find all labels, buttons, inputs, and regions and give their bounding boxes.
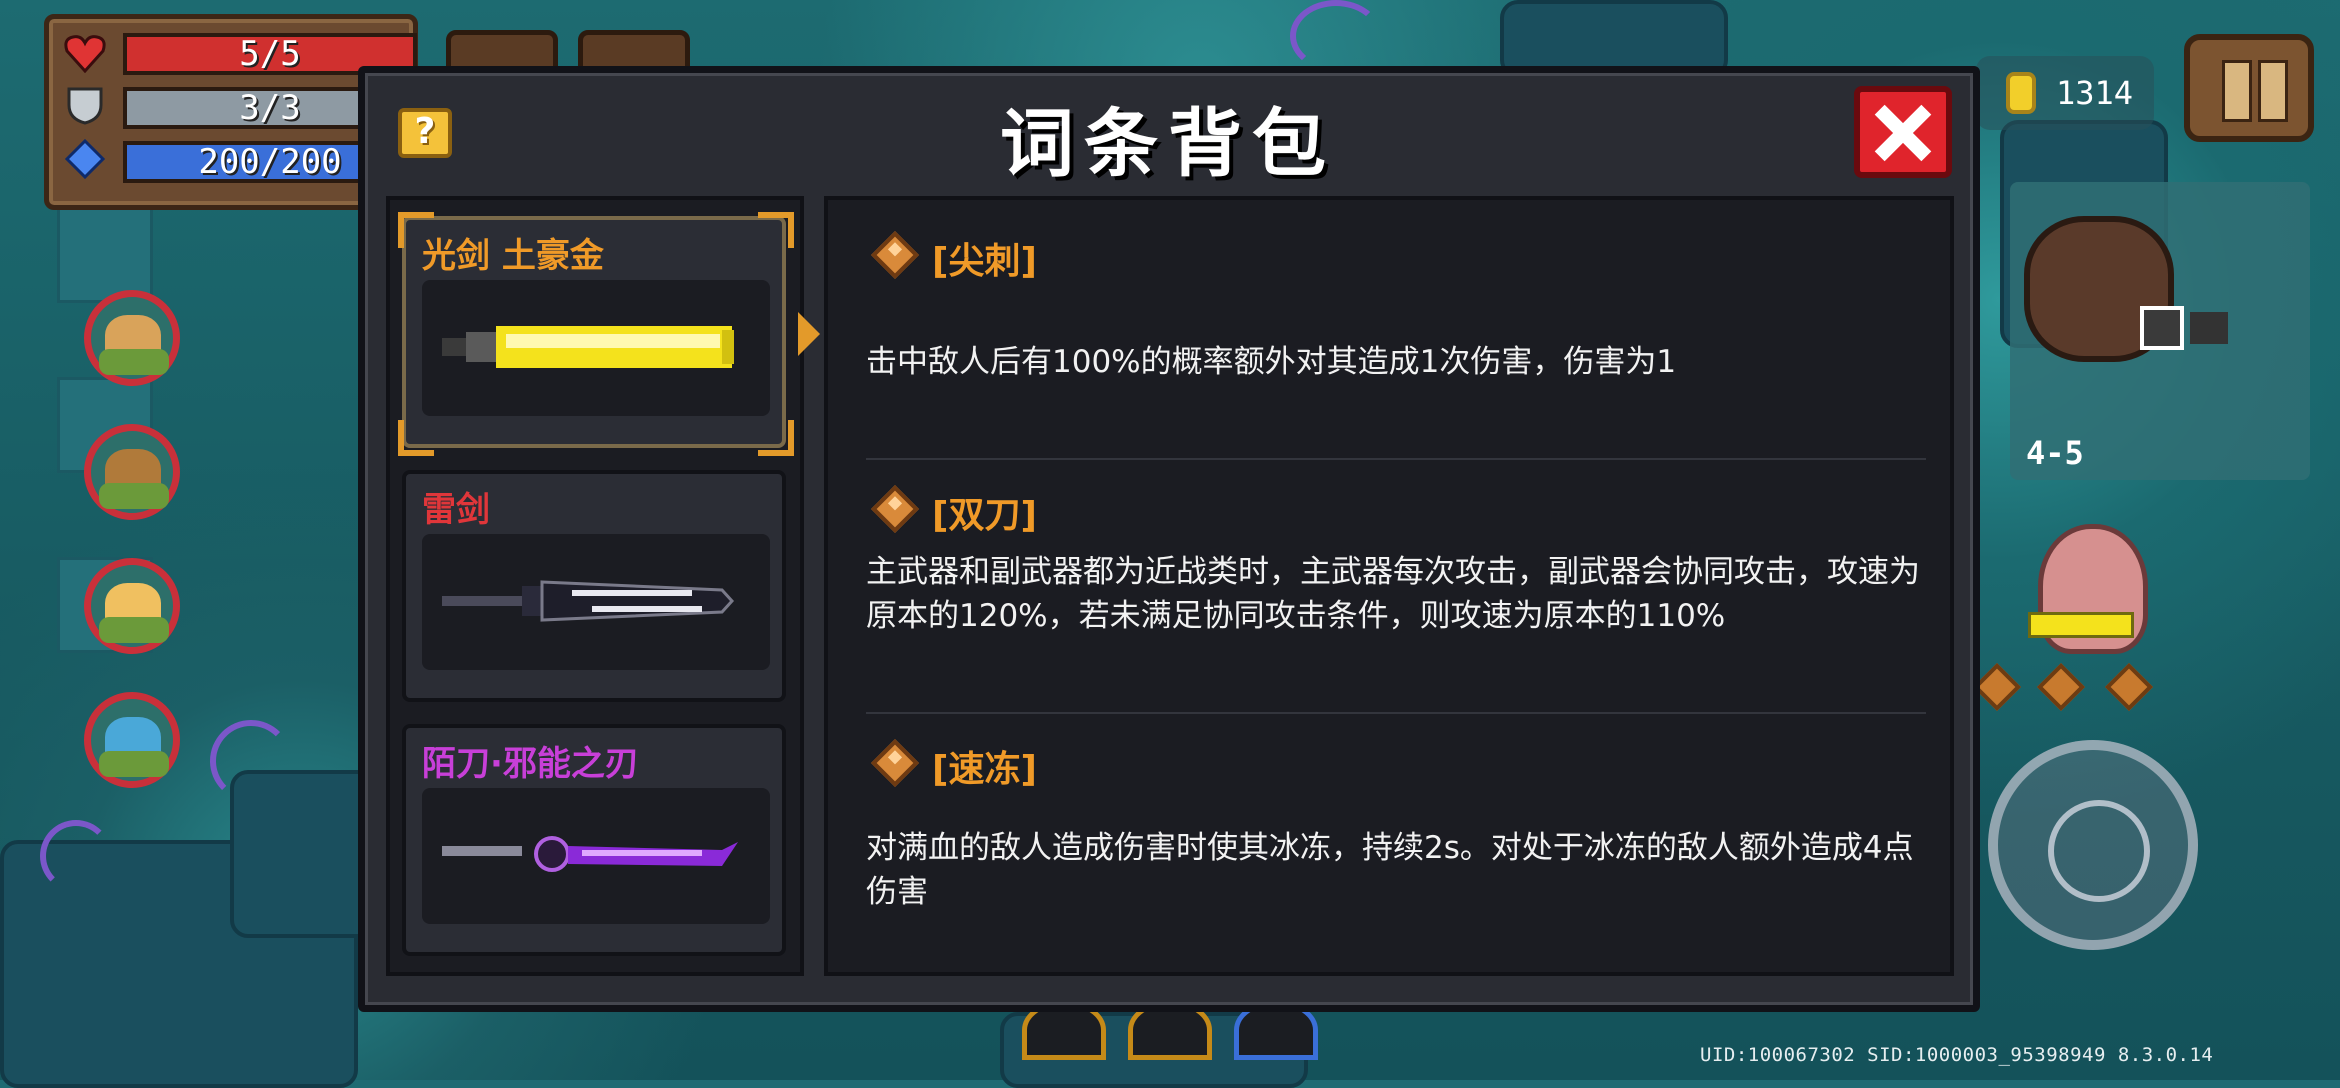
weapon-image — [422, 280, 770, 416]
close-button[interactable] — [1854, 86, 1952, 178]
selection-corner — [758, 212, 794, 248]
evil-blade-icon — [442, 836, 738, 872]
selection-corner — [398, 212, 434, 248]
entry-title: [速冻] — [932, 749, 1037, 790]
thunder-sword-icon — [442, 580, 735, 622]
shield-icon — [67, 87, 103, 125]
weapon-card-evil-blade[interactable]: 陌刀·邪能之刃 — [402, 724, 786, 956]
equipped-lightsaber — [2028, 612, 2134, 638]
dialog-title: 词条背包 — [1000, 101, 1336, 187]
pause-icon — [2222, 60, 2252, 122]
weapon-card-lightsaber-gold[interactable]: 光剑 土豪金 — [402, 216, 786, 448]
divider — [866, 458, 1926, 460]
weapon-name: 雷剑 — [422, 490, 490, 530]
pause-icon — [2258, 60, 2288, 122]
player-location-icon — [2140, 306, 2184, 350]
weapon-card-thunder-sword[interactable]: 雷剑 — [402, 470, 786, 702]
entry-description: 对满血的敌人造成伤害时使其冰冻，持续2s。对处于冰冻的敌人额外造成4点伤害 — [866, 830, 1914, 910]
weapon-image — [422, 788, 770, 924]
weapon-name: 光剑 土豪金 — [422, 236, 604, 276]
help-button[interactable]: ? — [398, 108, 452, 158]
entry-title: [双刀] — [932, 495, 1037, 536]
pause-button[interactable] — [2184, 34, 2314, 142]
coin-counter: 1314 — [1976, 56, 2154, 130]
heart-icon — [64, 35, 106, 73]
energy-gem-icon — [64, 139, 106, 179]
buff-icon[interactable] — [84, 424, 180, 520]
lightsaber-icon — [442, 326, 734, 368]
coin-icon — [2006, 72, 2036, 114]
uid-label: UID:100067302 SID:1000003_95398949 8.3.0… — [1700, 1044, 2214, 1066]
buff-icon[interactable] — [84, 290, 180, 386]
entry-description: 主武器和副武器都为近战类时，主武器每次攻击，副武器会协同攻击，攻速为原本的120… — [866, 554, 1920, 634]
coral-decoration — [210, 720, 292, 802]
minimap[interactable]: 4-5 — [2010, 182, 2310, 480]
selected-arrow-icon — [798, 312, 820, 356]
buff-icon[interactable] — [84, 558, 180, 654]
level-indicator: 4-5 — [2026, 434, 2084, 472]
selection-corner — [398, 420, 434, 456]
coral-decoration — [40, 820, 112, 892]
coin-count: 1314 — [2056, 74, 2134, 112]
floor-tile — [57, 207, 153, 303]
weapon-image — [422, 534, 770, 670]
coral-decoration — [1290, 0, 1382, 72]
entry-description: 击中敌人后有100%的概率额外对其造成1次伤害，伤害为1 — [866, 344, 1677, 380]
divider — [866, 712, 1926, 714]
entry-title: [尖刺] — [932, 241, 1037, 282]
weapon-name: 陌刀·邪能之刃 — [422, 744, 639, 784]
minimap-room — [2190, 312, 2228, 344]
selection-corner — [758, 420, 794, 456]
aim-joystick[interactable] — [1988, 740, 2198, 950]
buff-icon[interactable] — [84, 692, 180, 788]
